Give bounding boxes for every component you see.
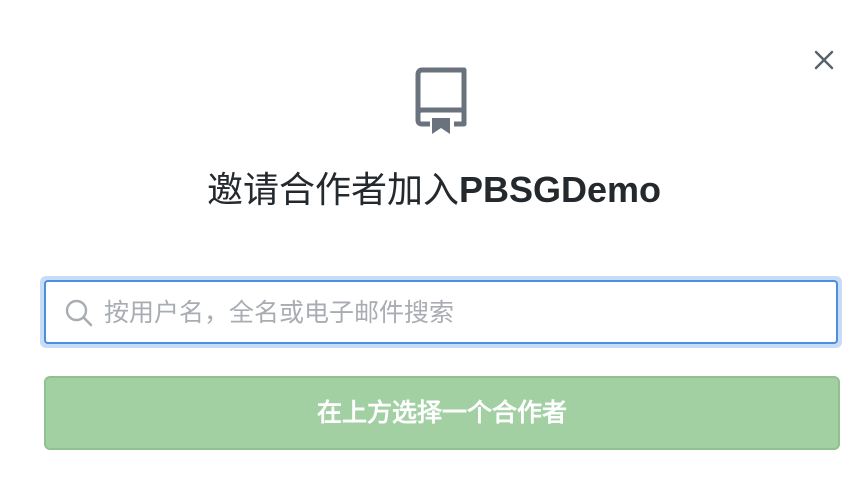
invite-collaborator-dialog: 邀请合作者加入PBSGDemo 在上方选择一个合作者 [0, 0, 868, 494]
repo-name: PBSGDemo [458, 169, 662, 210]
dialog-title: 邀请合作者加入PBSGDemo [0, 160, 868, 221]
dialog-title-prefix: 邀请合作者加入 [206, 170, 459, 211]
select-collaborator-button[interactable]: 在上方选择一个合作者 [44, 376, 840, 450]
repo-icon [415, 67, 467, 134]
close-icon [814, 50, 834, 70]
search-icon [65, 299, 93, 327]
collaborator-search-input[interactable] [104, 290, 824, 334]
close-button[interactable] [808, 44, 840, 76]
